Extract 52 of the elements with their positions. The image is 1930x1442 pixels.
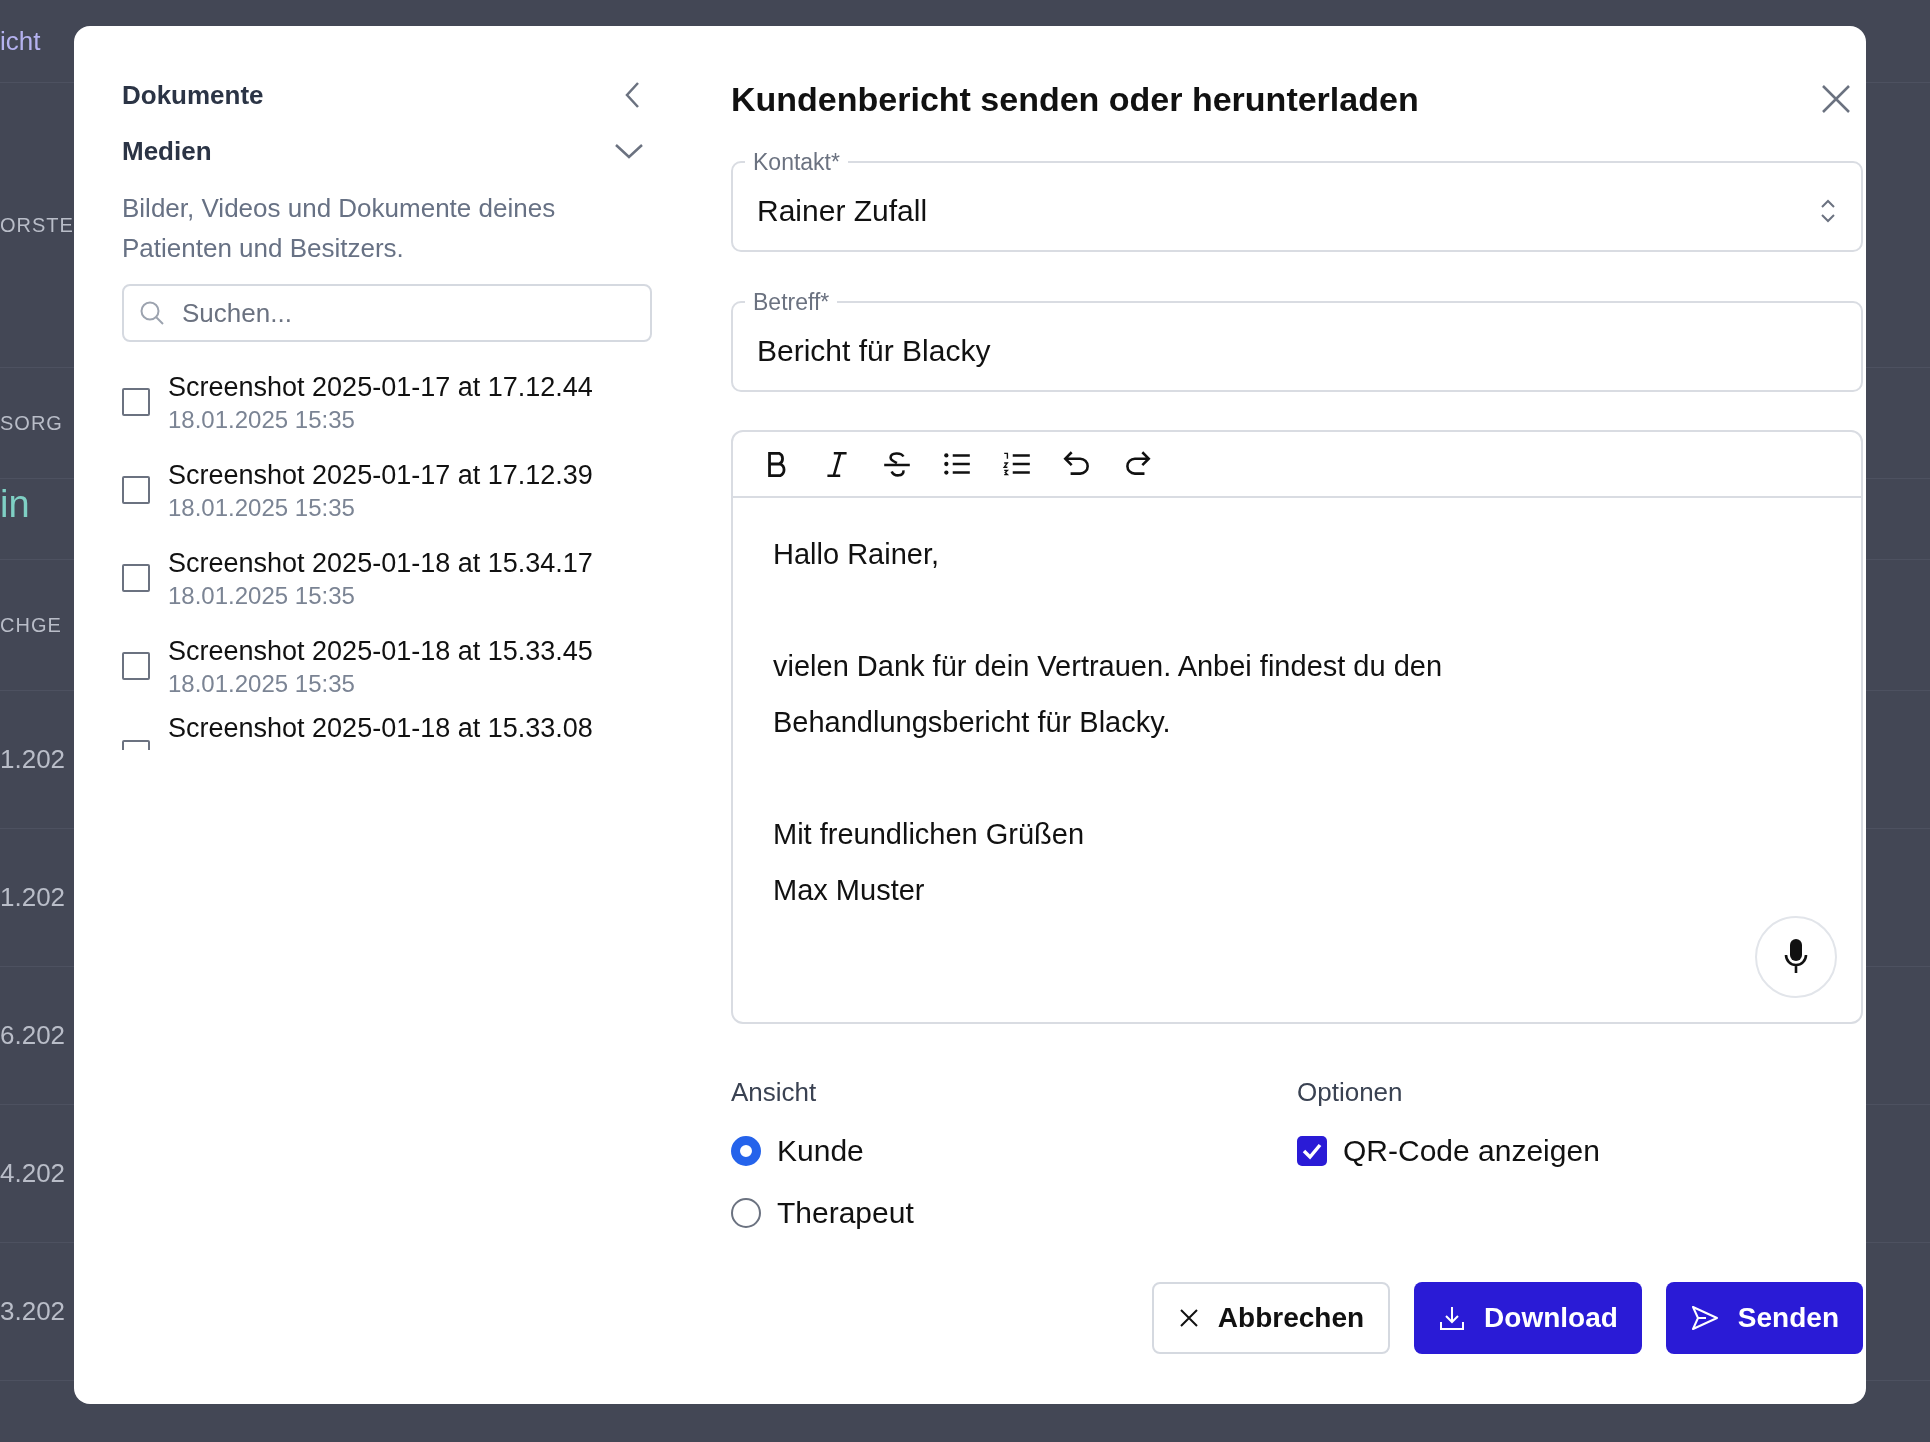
checkbox[interactable] (122, 476, 150, 504)
section-title[interactable]: Medien (122, 135, 212, 167)
search-field[interactable]: Suchen... (122, 284, 652, 342)
checkbox[interactable] (122, 652, 150, 680)
section-description: Bilder, Videos und Dokumente deines Patienten und Besitzers. (122, 192, 557, 265)
message-text: Hallo Rainer, (773, 537, 941, 572)
chevron-icon[interactable] (614, 141, 644, 161)
background-text: 6.202 (0, 1020, 66, 1051)
message-text: Max Muster (773, 873, 926, 908)
checkbox[interactable] (122, 564, 150, 592)
checkbox[interactable] (1297, 1136, 1327, 1166)
background-text: 1.202 (0, 744, 66, 775)
send-button[interactable]: Senden (1665, 1282, 1863, 1354)
background-text: ORSTE (0, 213, 74, 237)
panel-title: Dokumente (122, 79, 264, 111)
close-icon (1177, 1307, 1200, 1329)
file-date: 18.01.2025 15:35 (168, 581, 356, 611)
radio-button[interactable] (731, 1198, 761, 1228)
file-date: 18.01.2025 15:35 (168, 493, 356, 523)
file-name[interactable]: Screenshot 2025-01-18 at 15.33.45 (168, 633, 593, 669)
file-name[interactable]: Screenshot 2025-01-18 at 15.34.17 (168, 545, 593, 581)
group-label: Ansicht (731, 1076, 818, 1109)
file-name[interactable]: Screenshot 2025-01-17 at 17.12.39 (168, 457, 593, 493)
dialog-title: Kundenbericht senden oder herunterladen (731, 79, 1419, 119)
checkbox[interactable] (122, 388, 150, 416)
background-text: 3.202 (0, 1296, 66, 1327)
option-label[interactable]: Kunde (777, 1134, 864, 1168)
message-text: Mit freundlichen Grüßen (773, 817, 1086, 852)
background-text: SORG (0, 411, 63, 435)
group-label: Optionen (1297, 1076, 1404, 1109)
send-icon (1689, 1304, 1720, 1332)
file-name[interactable]: Screenshot 2025-01-17 at 17.12.44 (168, 369, 593, 405)
file-date: 18.01.2025 15:35 (168, 405, 356, 435)
message-text: Behandlungsbericht für Blacky. (773, 705, 1172, 740)
option-label[interactable]: QR-Code anzeigen (1343, 1134, 1600, 1168)
message-text: vielen Dank für dein Vertrauen. Anbei findest du den (773, 649, 1444, 684)
file-name[interactable]: Screenshot 2025-01-18 at 15.33.08 (168, 710, 593, 746)
text-editor[interactable]: Hallo Rainer, vielen Dank für dein Vertrauen. Anbei findest du den Behandlungsbericht für Blacky. Mit freundlichen Grüßen Max Muster (731, 430, 1863, 1024)
field-label: Kontakt* (752, 148, 841, 176)
download-button[interactable]: Download (1414, 1282, 1642, 1354)
background-text: in (0, 482, 30, 526)
background-text: CHGE (0, 613, 62, 637)
radio-button[interactable] (731, 1136, 761, 1166)
download-icon (1438, 1304, 1467, 1332)
background-text: icht (0, 25, 41, 57)
field-label: Betreff* (752, 288, 831, 316)
cancel-button[interactable]: Abbrechen (1151, 1282, 1391, 1354)
search-icon (138, 299, 166, 327)
file-date: 18.01.2025 15:35 (168, 669, 356, 699)
option-label[interactable]: Therapeut (777, 1196, 914, 1230)
background-text: 4.202 (0, 1158, 66, 1189)
background-text: 1.202 (0, 882, 66, 913)
